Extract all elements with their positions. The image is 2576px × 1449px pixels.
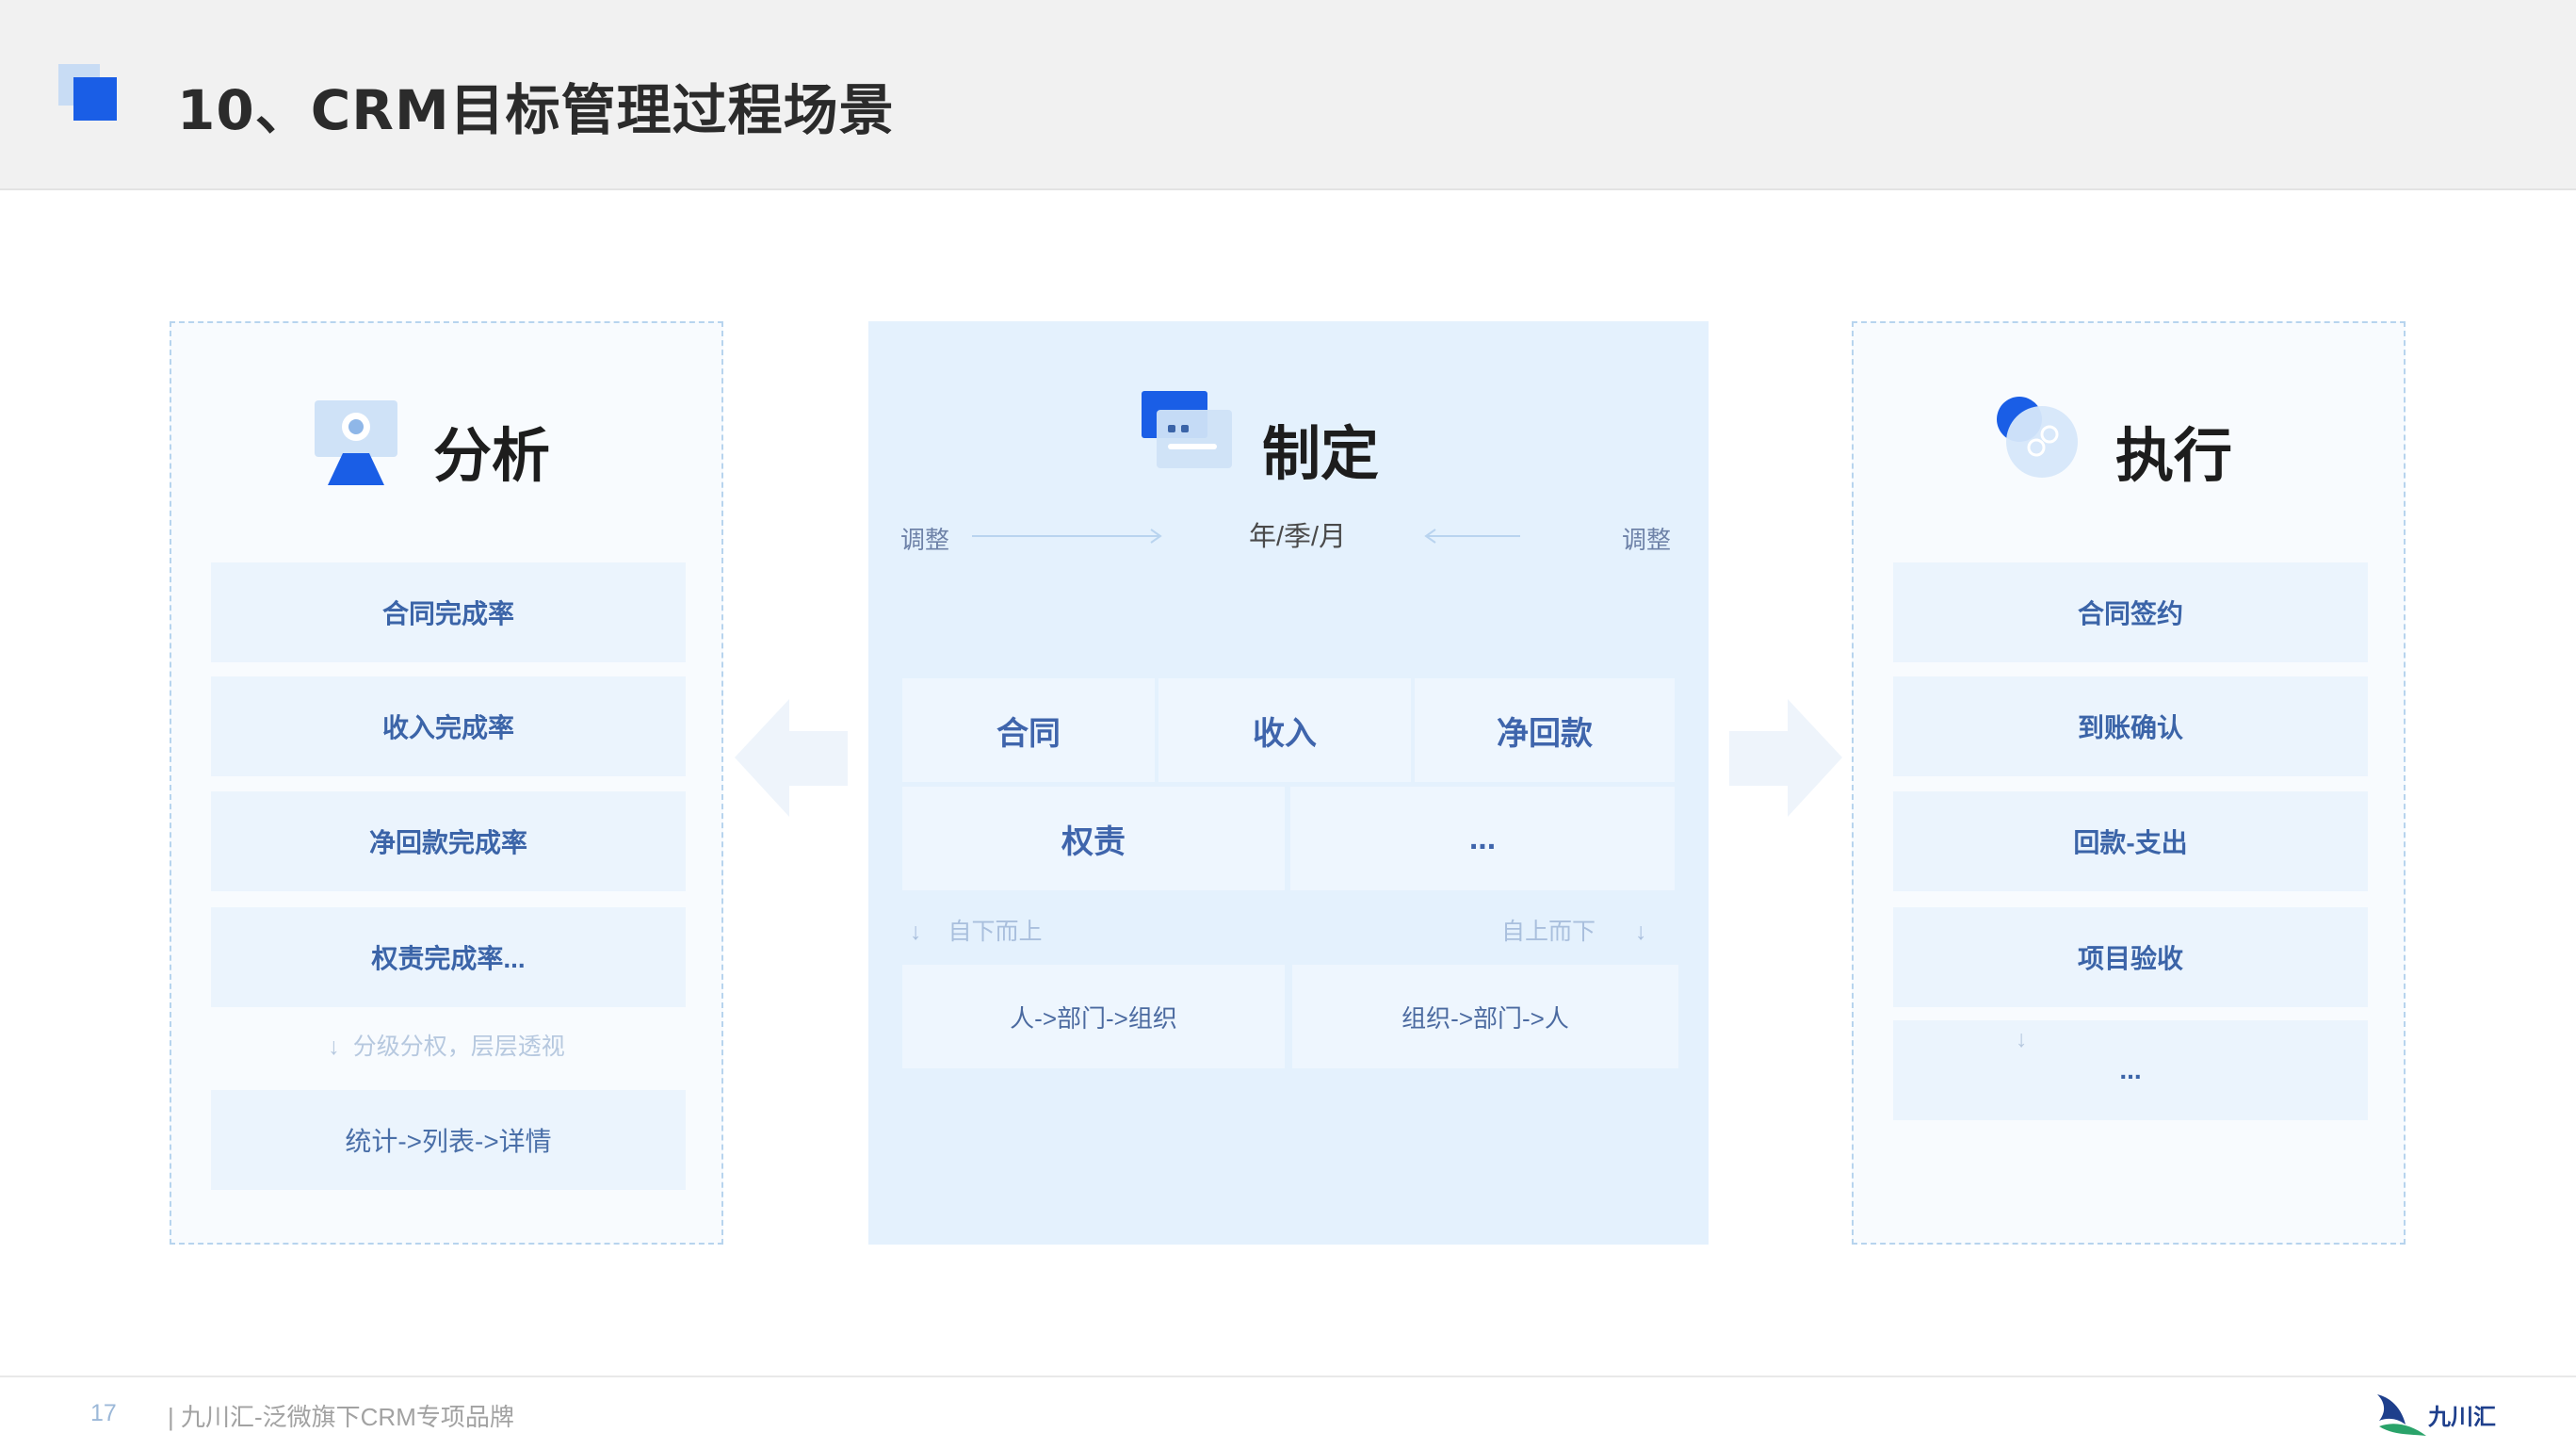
down-arrow-icon: ↓ <box>2016 1026 2028 1052</box>
left-arrow-icon <box>735 699 848 817</box>
execution-item-payment-confirm: 到账确认 <box>1893 676 2368 776</box>
header-bar: 10、CRM目标管理过程场景 <box>0 0 2576 190</box>
adjust-left-label: 调整 <box>900 526 950 554</box>
period-label: 年/季/月 <box>1249 522 1347 552</box>
goal-cell-revenue: 收入 <box>1158 678 1411 782</box>
page-title: 10、CRM目标管理过程场景 <box>177 78 895 142</box>
brand-logo: 九川汇 <box>2373 1385 2496 1441</box>
planning-panel-header: 制定 <box>868 391 1709 500</box>
execution-item-more-text: ... <box>2119 1055 2142 1084</box>
execution-item-project-acceptance: 项目验收 <box>1893 907 2368 1007</box>
analysis-item-accrual-rate: 权责完成率... <box>211 907 686 1007</box>
top-down-label: 自上而下 ↓ <box>1501 913 1647 947</box>
adjust-left-arrow-icon <box>1424 529 1520 544</box>
analysis-panel-header: 分析 <box>171 399 721 502</box>
down-arrow-icon: ↓ <box>910 919 922 945</box>
title-square-icon <box>73 77 117 121</box>
flow-cell-top-down: 组织->部门->人 <box>1292 965 1678 1068</box>
planning-chat-icon <box>1142 391 1232 468</box>
execution-panel-header: 执行 <box>1854 397 2404 502</box>
planning-panel: 制定 调整 年/季/月 调整 合同 收入 净回款 权责 ... ↓ 自下而上 自上… <box>868 321 1709 1245</box>
top-down-text: 自上而下 <box>1501 919 1596 945</box>
execution-item-more: ↓ ... <box>1893 1020 2368 1120</box>
analysis-item-drilldown: 统计->列表->详情 <box>211 1090 686 1190</box>
execution-title: 执行 <box>2115 421 2233 490</box>
goal-cell-more: ... <box>1290 787 1675 890</box>
analysis-panel: 分析 合同完成率 收入完成率 净回款完成率 权责完成率... ↓ 分级分权，层层透… <box>170 321 723 1245</box>
footer-brand-text: | 九川汇-泛微旗下CRM专项品牌 <box>168 1403 514 1431</box>
analysis-item-revenue-rate: 收入完成率 <box>211 676 686 776</box>
analysis-item-net-payment-rate: 净回款完成率 <box>211 791 686 891</box>
analysis-monitor-icon <box>315 400 397 485</box>
analysis-title: 分析 <box>433 421 551 490</box>
down-arrow-icon: ↓ <box>328 1034 340 1060</box>
execution-item-contract-signing: 合同签约 <box>1893 562 2368 662</box>
analysis-item-contract-rate: 合同完成率 <box>211 562 686 662</box>
flow-cell-bottom-up: 人->部门->组织 <box>902 965 1285 1068</box>
analysis-note: ↓ 分级分权，层层透视 <box>171 1028 721 1062</box>
adjust-right-label: 调整 <box>1622 526 1672 554</box>
brand-name: 九川汇 <box>2428 1405 2496 1430</box>
goal-cell-net-payment: 净回款 <box>1415 678 1675 782</box>
footer-divider <box>0 1376 2576 1377</box>
adjust-right-arrow-icon <box>972 529 1162 544</box>
execution-panel: 执行 合同签约 到账确认 回款-支出 项目验收 ↓ ... <box>1852 321 2406 1245</box>
brand-bird-icon <box>2377 1394 2426 1436</box>
bottom-up-label: ↓ 自下而上 <box>910 913 1043 947</box>
page-number: 17 <box>90 1400 117 1426</box>
planning-title: 制定 <box>1262 419 1380 488</box>
execution-link-icon <box>1997 397 2078 478</box>
right-arrow-icon <box>1729 699 1842 817</box>
down-arrow-icon: ↓ <box>1635 919 1647 945</box>
goal-cell-contract: 合同 <box>902 678 1155 782</box>
bottom-up-text: 自下而上 <box>948 919 1043 945</box>
analysis-note-text: 分级分权，层层透视 <box>352 1034 565 1060</box>
execution-item-payment-expense: 回款-支出 <box>1893 791 2368 891</box>
goal-cell-accrual: 权责 <box>902 787 1285 890</box>
